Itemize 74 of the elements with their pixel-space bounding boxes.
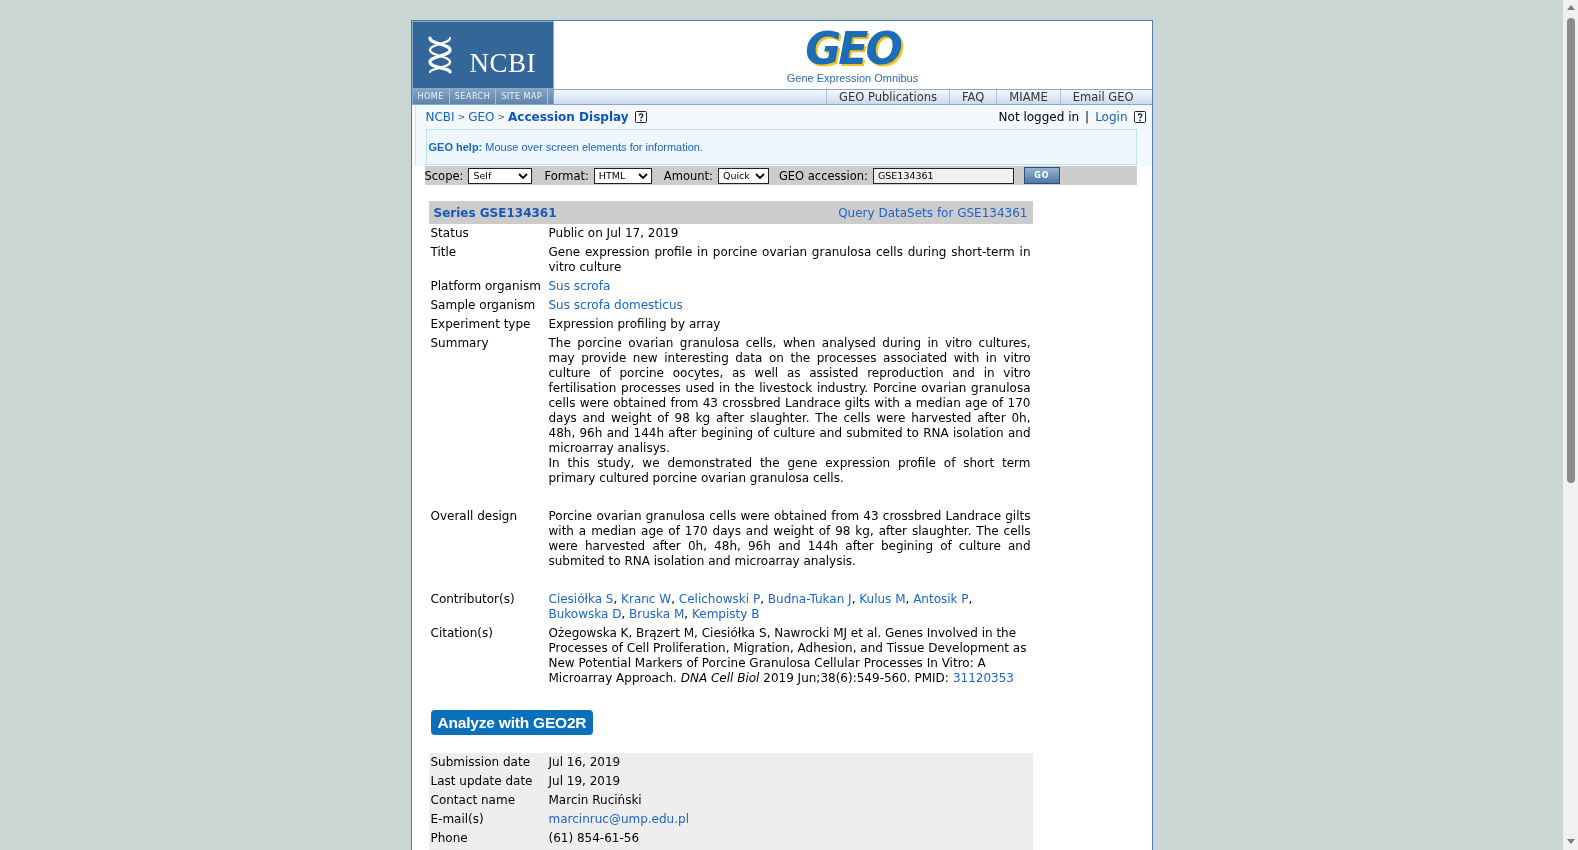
login-link[interactable]: Login [1095, 110, 1128, 124]
row-label: Contributor(s) [430, 591, 516, 608]
breadcrumb-link[interactable]: NCBI [425, 110, 455, 124]
row-link[interactable]: Budna-Tukan J [767, 592, 852, 606]
row-value: Jul 19, 2019 [548, 773, 622, 790]
nav-link[interactable]: GEO Publications [826, 90, 950, 104]
row-link[interactable]: Sus scrofa domesticus [548, 298, 683, 312]
row-value: Gene expression profile in porcine ovarian granulosa cells during short-term in vitro culture [548, 244, 1031, 276]
geo-logo-text[interactable]: GEO [805, 26, 900, 72]
nav-link[interactable]: MIAME [996, 90, 1060, 104]
breadcrumb-separator: > [457, 112, 466, 122]
row-link[interactable]: Kulus M [859, 592, 906, 606]
row-label: Status [430, 225, 470, 242]
dropdown[interactable]: Self [468, 167, 533, 184]
row-link[interactable]: Sus scrofa [548, 279, 611, 293]
row-label: Title [430, 244, 458, 261]
link-list: Ciesiółka S, Kranc W, Celichowski P, Budna-Tukan J, Kulus M, Antosik P, Bukowska D, Bruska M, Kempisty B [548, 590, 1031, 624]
row-label: Submission date [430, 754, 532, 771]
row-link[interactable]: marcinruc@ump.edu.pl [548, 812, 689, 826]
row-label: Summary [430, 335, 490, 352]
row-label: Experiment type [430, 316, 532, 333]
dropdown[interactable]: HTML [593, 167, 652, 184]
row-label: Last update date [430, 773, 534, 790]
breadcrumb-link[interactable]: GEO [468, 110, 495, 124]
row-value: (61) 854-61-56 [548, 830, 641, 847]
chevron-down-icon [637, 172, 648, 179]
row-link[interactable]: Celichowski P [678, 592, 761, 606]
scrollbar[interactable] [1563, 0, 1578, 850]
analyze-button[interactable]: Analyze with GEO2R [430, 710, 594, 735]
scroll-down-arrow-icon[interactable] [1566, 839, 1575, 844]
row-label: Platform organism [430, 278, 542, 295]
paragraph-text: Porcine ovarian granulosa cells were obtained from 43 crossbred Landrace gilts with a median age of 170 days and weight of 98 kg, after slaughter. The cells were harvested after 0h, 48h, 96h and 144h after begining of culture and submited to RNA isolation and microarray analysis. [548, 509, 1031, 569]
field-label: Scope: [424, 168, 464, 183]
series-title[interactable]: Series GSE134361 [433, 205, 557, 220]
field-label: Amount: [663, 168, 713, 183]
row-value: Jul 16, 2019 [548, 754, 622, 771]
scrollbar-thumb[interactable] [1566, 18, 1575, 483]
chevron-down-icon [518, 172, 529, 179]
help-icon[interactable] [1133, 111, 1146, 123]
query-link[interactable]: Query DataSets for GSE134361 [838, 205, 1028, 220]
nav-link[interactable]: Email GEO [1059, 90, 1146, 104]
field-label: GEO accession: [778, 168, 868, 183]
row-label: E-mail(s) [430, 811, 485, 828]
breadcrumb-separator: > [497, 112, 506, 122]
paragraph-text: In this study, we demonstrated the gene expression profile of short term primary cultured porcine ovarian granulosa cells. [548, 456, 1031, 486]
pmid-link[interactable]: 31120353 [952, 671, 1014, 685]
logo-text: NCBI [469, 52, 536, 74]
logo-subtitle: Gene Expression Omnibus [786, 72, 919, 84]
row-label: Contact name [430, 792, 517, 809]
row-link[interactable]: Kempisty B [692, 607, 760, 621]
field-label: Format: [544, 168, 589, 183]
text-input[interactable]: GSE134361 [872, 167, 1014, 184]
row-label: Citation(s) [430, 625, 494, 642]
help-icon[interactable] [634, 111, 647, 123]
separator-text: | [1085, 110, 1090, 124]
row-link[interactable]: Antosik P [913, 592, 969, 606]
dropdown[interactable]: Quick [717, 167, 769, 184]
row-label: Phone [430, 830, 469, 847]
breadcrumb-link[interactable]: Accession Display [508, 110, 629, 124]
go-button[interactable]: GO [1023, 167, 1060, 184]
scroll-up-arrow-icon[interactable] [1566, 5, 1575, 10]
chevron-down-icon [754, 172, 765, 179]
row-link[interactable]: Kranc W [621, 592, 672, 606]
row-label: Overall design [430, 508, 518, 525]
ncbi-logo[interactable]: NCBI [411, 21, 554, 89]
row-label: Sample organism [430, 297, 537, 314]
row-value: Public on Jul 17, 2019 [548, 225, 680, 242]
citation-text: Ożegowska K, Brązert M, Ciesiółka S, Nawrocki MJ et al. Genes Involved in the Processes of Cell Proliferation, Migration, Adhesion, and Tissue Development as New Potential Markers of Porcine Granulosa Cellular Processes In Vitro: A Microarray Approach. DNA Cell Biol 2019 Jun;38(6):549-560. PMID: 31120353 [548, 626, 1028, 686]
login-status: Not logged in [998, 110, 1080, 124]
paragraph-text: The porcine ovarian granulosa cells, when analysed during in vitro cultures, may provide new interesting data on the processes associated with in vitro culture of porcine oocytes, as well as assisted reproduction and in vitro fertilisation processes used in the livestock industry. Porcine ovarian granulosa cells were obtained from 43 crossbred Landrace gilts with a median age of 170 days and weight of 98 kg after slaughter. The cells were harvested after 0h, 48h, 96h and 144h after begining of culture and submited to RNA isolation and microarray analisys. [548, 336, 1031, 456]
row-value: Expression profiling by array [548, 316, 722, 333]
help-text: GEO help: Mouse over screen elements for information. [428, 141, 703, 153]
nav-link[interactable]: FAQ [949, 90, 997, 104]
row-value: Marcin Ruciński [548, 792, 643, 809]
